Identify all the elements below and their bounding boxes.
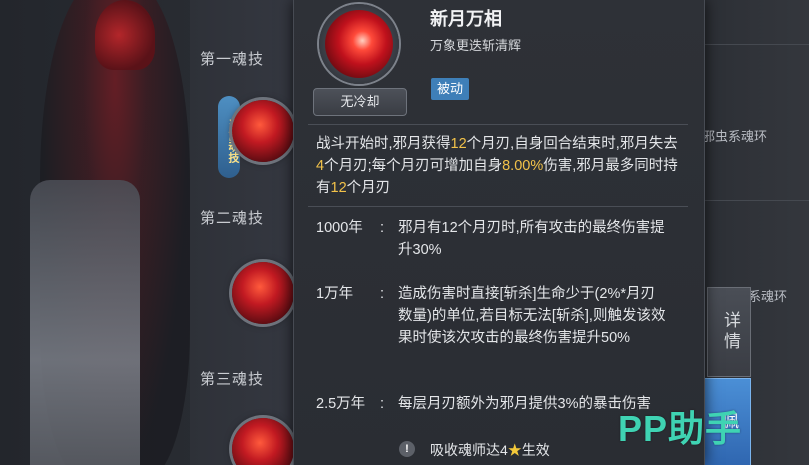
description-value: 8.00% xyxy=(502,158,544,174)
divider xyxy=(308,206,688,207)
description-value: 12 xyxy=(450,136,467,152)
star-icon: ★ xyxy=(507,442,522,458)
skill-orb-3[interactable] xyxy=(232,418,294,465)
crescent-blade-icon xyxy=(325,10,393,78)
description-value: 4 xyxy=(316,158,325,174)
details-button[interactable]: 详情 xyxy=(707,287,751,377)
cooldown-badge: 无冷却 xyxy=(313,88,407,116)
game-screen: 第一魂技 当前魂技 第二魂技 第三魂技 邪虫系魂环 系魂环 详情 佩 无冷却 新… xyxy=(0,0,809,465)
description-text: 战斗开始时,邪月获得 xyxy=(316,136,451,152)
soul-skill-list: 第一魂技 当前魂技 第二魂技 第三魂技 xyxy=(190,0,298,465)
upgrade-effect: 造成伤害时直接[斩杀]生命少于(2%*月刃数量)的单位,若目标无法[斩杀],则触… xyxy=(398,286,666,346)
character-coat xyxy=(30,180,140,465)
panel-divider xyxy=(700,200,809,201)
warning-icon: ! xyxy=(399,441,415,457)
panel-divider xyxy=(700,44,809,45)
requirement-text: 生效 xyxy=(521,442,550,458)
character-portrait xyxy=(0,0,200,465)
requirement-text: 吸收魂师达4 xyxy=(430,442,508,458)
upgrade-separator: : xyxy=(380,220,385,236)
character-hair xyxy=(95,0,155,70)
upgrade-effect: 邪月有12个月刃时,所有攻击的最终伤害提升30% xyxy=(398,220,665,258)
description-text: 个月刃;每个月刃可增加自身 xyxy=(324,158,503,174)
soul-ring-row-2[interactable]: 系魂环 xyxy=(748,286,787,305)
upgrade-separator: : xyxy=(380,286,385,302)
watermark-logo: PP助手 xyxy=(618,408,743,449)
skill-section-title-2: 第二魂技 xyxy=(200,210,265,227)
description-text: 个月刃,自身回合结束时,邪月失去 xyxy=(466,136,678,152)
skill-section-title-3: 第三魂技 xyxy=(200,371,265,388)
skill-type-tag: 被动 xyxy=(431,78,470,100)
upgrade-level: 1万年 xyxy=(316,286,354,302)
skill-name: 新月万相 xyxy=(430,9,502,29)
skill-orb-2[interactable] xyxy=(232,262,294,324)
skill-subtitle: 万象更迭斩清辉 xyxy=(430,38,522,53)
upgrade-level: 2.5万年 xyxy=(316,396,366,412)
divider xyxy=(308,124,688,125)
absorb-requirement: 吸收魂师达4★生效 xyxy=(430,440,550,460)
description-text: 个月刃 xyxy=(346,180,391,196)
skill-section-title-1: 第一魂技 xyxy=(200,51,265,68)
skill-tooltip: 无冷却 新月万相 万象更迭斩清辉 被动 战斗开始时,邪月获得12个月刃,自身回合… xyxy=(293,0,705,465)
skill-orb-1[interactable] xyxy=(232,100,294,162)
upgrade-level: 1000年 xyxy=(316,220,363,236)
soul-ring-row-1[interactable]: 邪虫系魂环 xyxy=(702,126,767,145)
description-value: 12 xyxy=(330,180,347,196)
upgrade-separator: : xyxy=(380,396,385,412)
skill-description: 战斗开始时,邪月获得12个月刃,自身回合结束时,邪月失去4个月刃;每个月刃可增加… xyxy=(316,133,678,199)
